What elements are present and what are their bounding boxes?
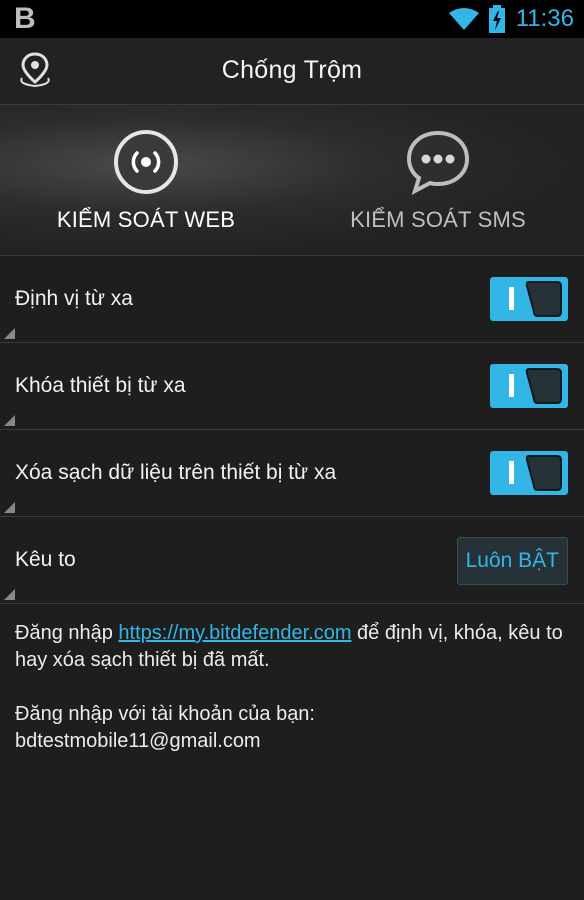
- status-time: 11:36: [515, 5, 574, 32]
- battery-charging-icon: [488, 5, 505, 33]
- scream-mode-button[interactable]: Luôn BẬT: [456, 537, 568, 585]
- corner-indicator: [4, 415, 15, 426]
- toggle-on-indicator: [509, 287, 514, 310]
- corner-indicator: [4, 502, 15, 513]
- toggle-locate[interactable]: [490, 277, 568, 321]
- setting-row-lock[interactable]: Khóa thiết bị từ xa: [0, 343, 584, 430]
- tab-web-label: KIỂM SOÁT WEB: [56, 207, 236, 232]
- toggle-on-indicator: [509, 374, 514, 397]
- setting-label-wipe: Xóa sạch dữ liệu trên thiết bị từ xa: [15, 461, 337, 484]
- toggle-lock[interactable]: [490, 364, 568, 408]
- bitdefender-link[interactable]: https://my.bitdefender.com: [118, 622, 351, 644]
- settings-list: Định vị từ xa Khóa thiết bị từ xa Xóa sạ…: [0, 256, 584, 604]
- control-mode-tabs: KIỂM SOÁT WEB KIỂM SOÁT SMS: [0, 105, 584, 256]
- status-icons: 11:36: [448, 4, 574, 34]
- login-instructions: Đăng nhập https://my.bitdefender.com để …: [15, 620, 570, 674]
- info-text: Đăng nhập https://my.bitdefender.com để …: [15, 620, 570, 755]
- chat-bubble-icon: [406, 130, 470, 196]
- tab-sms-label: KIỂM SOÁT SMS: [350, 207, 526, 232]
- setting-row-locate[interactable]: Định vị từ xa: [0, 256, 584, 343]
- tab-sms-control[interactable]: KIỂM SOÁT SMS: [292, 105, 584, 255]
- account-email: bdtestmobile11@gmail.com: [15, 730, 261, 752]
- action-bar: Chống Trộm: [0, 38, 584, 105]
- toggle-thumb: [525, 368, 562, 404]
- setting-label-scream: Kêu to: [15, 548, 76, 571]
- login-prefix: Đăng nhập: [15, 622, 119, 644]
- toggle-wipe[interactable]: [490, 451, 568, 495]
- page-title: Chống Trộm: [221, 56, 363, 84]
- status-bar: B 11:36: [0, 0, 584, 38]
- corner-indicator: [4, 328, 15, 339]
- toggle-on-indicator: [509, 461, 514, 484]
- setting-row-scream[interactable]: Kêu to Luôn BẬT: [0, 517, 584, 604]
- setting-row-wipe[interactable]: Xóa sạch dữ liệu trên thiết bị từ xa: [0, 430, 584, 517]
- account-label: Đăng nhập với tài khoản của bạn:: [15, 703, 315, 725]
- tab-web-control[interactable]: KIỂM SOÁT WEB: [0, 105, 292, 255]
- corner-indicator: [4, 589, 15, 600]
- toggle-thumb: [525, 281, 562, 317]
- wifi-icon: [448, 8, 479, 30]
- bitdefender-logo: B: [14, 2, 36, 35]
- toggle-thumb: [525, 455, 562, 491]
- setting-label-lock: Khóa thiết bị từ xa: [15, 374, 186, 397]
- broadcast-icon: [114, 130, 178, 194]
- setting-label-locate: Định vị từ xa: [15, 287, 133, 310]
